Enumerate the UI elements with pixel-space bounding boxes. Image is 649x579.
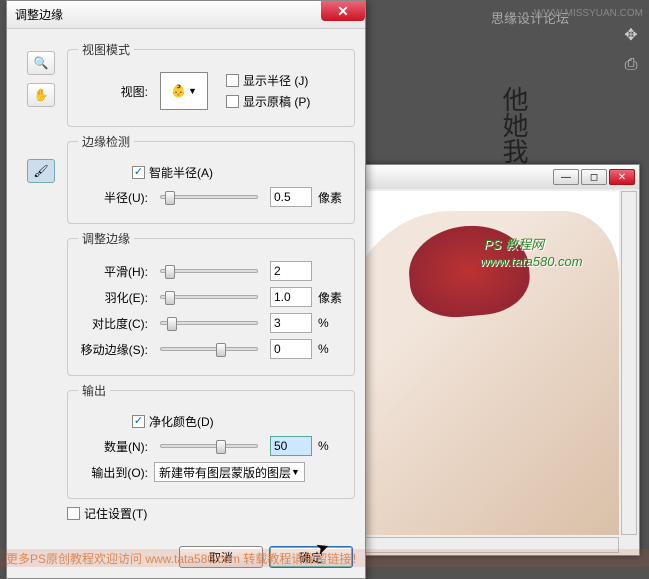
- right-toolbar: ✥ ⎙: [617, 24, 645, 76]
- radius-label: 半径(U):: [78, 189, 148, 206]
- brush-tool-icon[interactable]: 🖌: [27, 159, 55, 183]
- smooth-label: 平滑(H):: [78, 263, 148, 280]
- view-mode-legend: 视图模式: [78, 41, 134, 58]
- contrast-unit: %: [318, 316, 344, 330]
- feather-input[interactable]: [270, 287, 312, 307]
- edge-detection-group: 边缘检测 ✓智能半径(A) 半径(U): 像素: [67, 133, 355, 224]
- contrast-label: 对比度(C):: [78, 315, 148, 332]
- view-label: 视图:: [78, 83, 148, 100]
- watermark-text: PS 教程网: [484, 234, 544, 253]
- document-titlebar[interactable]: — ◻ ✕: [331, 165, 639, 189]
- tool-column: 🔍 ✋ 🖌: [27, 51, 61, 183]
- close-button[interactable]: ✕: [609, 169, 635, 185]
- output-to-dropdown[interactable]: 新建带有图层蒙版的图层 ▼: [154, 462, 305, 482]
- show-radius-checkbox[interactable]: 显示半径 (J): [226, 72, 310, 89]
- feather-unit: 像素: [318, 289, 344, 306]
- stamp-icon[interactable]: ✥: [620, 24, 642, 46]
- adjust-edge-legend: 调整边缘: [78, 230, 134, 247]
- feather-label: 羽化(E):: [78, 289, 148, 306]
- refine-edge-dialog: 调整边缘 ✕ 🔍 ✋ 🖌 视图模式 视图: 👶▼ 显示半径 (J) 显示原稿 (…: [6, 0, 366, 579]
- smooth-input[interactable]: [270, 261, 312, 281]
- radius-slider[interactable]: [160, 195, 258, 199]
- view-thumbnail-dropdown[interactable]: 👶▼: [160, 72, 208, 110]
- canvas[interactable]: [339, 191, 619, 535]
- baby-thumb-icon: 👶: [171, 84, 186, 98]
- output-to-label: 输出到(O):: [78, 464, 148, 481]
- smooth-slider[interactable]: [160, 269, 258, 273]
- shift-edge-unit: %: [318, 342, 344, 356]
- chevron-down-icon: ▼: [188, 86, 197, 96]
- dialog-title: 调整边缘: [15, 6, 63, 23]
- amount-input[interactable]: [270, 436, 312, 456]
- watermark-url: www.tata580.com: [480, 254, 583, 269]
- decontaminate-checkbox[interactable]: ✓净化颜色(D): [132, 413, 214, 430]
- pin-icon[interactable]: ⎙: [620, 54, 642, 76]
- document-window: — ◻ ✕: [330, 164, 640, 556]
- edge-detection-legend: 边缘检测: [78, 133, 134, 150]
- shift-edge-slider[interactable]: [160, 347, 258, 351]
- shift-edge-label: 移动边缘(S):: [78, 341, 148, 358]
- zoom-tool-icon[interactable]: 🔍: [27, 51, 55, 75]
- contrast-slider[interactable]: [160, 321, 258, 325]
- hand-tool-icon[interactable]: ✋: [27, 83, 55, 107]
- radius-input[interactable]: [270, 187, 312, 207]
- dialog-close-button[interactable]: ✕: [321, 1, 365, 21]
- maximize-button[interactable]: ◻: [581, 169, 607, 185]
- contrast-input[interactable]: [270, 313, 312, 333]
- shift-edge-input[interactable]: [270, 339, 312, 359]
- amount-unit: %: [318, 439, 344, 453]
- vertical-scrollbar[interactable]: [621, 191, 637, 535]
- smart-radius-checkbox[interactable]: ✓智能半径(A): [132, 164, 213, 181]
- minimize-button[interactable]: —: [553, 169, 579, 185]
- adjust-edge-group: 调整边缘 平滑(H): 羽化(E): 像素 对比度(C): % 移动边缘(S):: [67, 230, 355, 376]
- show-original-checkbox[interactable]: 显示原稿 (P): [226, 93, 310, 110]
- amount-slider[interactable]: [160, 444, 258, 448]
- dialog-titlebar[interactable]: 调整边缘 ✕: [7, 1, 365, 29]
- radius-unit: 像素: [318, 189, 344, 206]
- chevron-down-icon: ▼: [291, 467, 300, 477]
- view-mode-group: 视图模式 视图: 👶▼ 显示半径 (J) 显示原稿 (P): [67, 41, 355, 127]
- remember-settings-checkbox[interactable]: 记住设置(T): [67, 505, 147, 522]
- missyuan-watermark: WWW.MISSYUAN.COM: [534, 8, 643, 19]
- amount-label: 数量(N):: [78, 438, 148, 455]
- feather-slider[interactable]: [160, 295, 258, 299]
- output-legend: 输出: [78, 382, 110, 399]
- output-group: 输出 ✓净化颜色(D) 数量(N): % 输出到(O): 新建带有图层蒙版的图层…: [67, 382, 355, 499]
